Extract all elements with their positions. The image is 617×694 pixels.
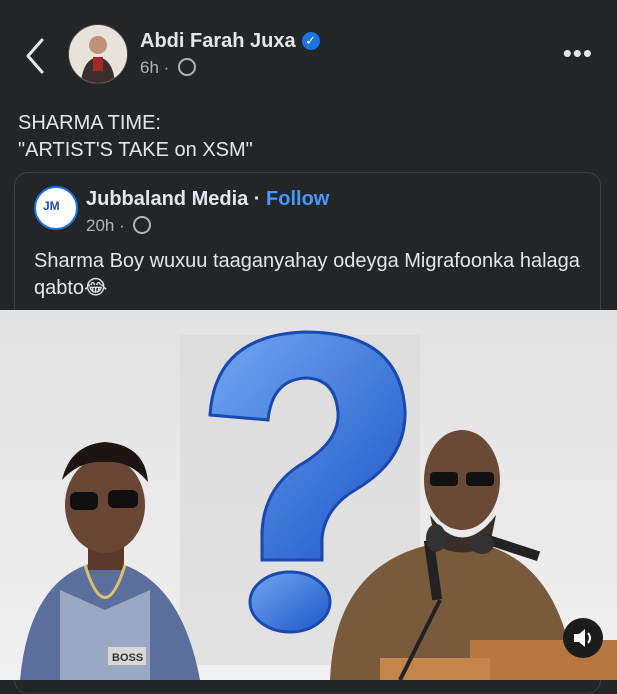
shared-page-header: Jubbaland Media · Follow [86, 188, 330, 210]
author-name[interactable]: Abdi Farah Juxa ✓ [140, 30, 320, 53]
author-name-text[interactable]: Abdi Farah Juxa [140, 30, 296, 52]
author-avatar-photo [69, 25, 127, 83]
post-image[interactable]: BOSS [0, 310, 617, 680]
shared-logo-text: JM [43, 199, 60, 213]
shared-page-logo[interactable]: JM [34, 186, 78, 230]
author-avatar[interactable] [68, 24, 128, 84]
post-header: Abdi Farah Juxa ✓ 6h · ••• [0, 0, 617, 96]
follow-button[interactable]: Follow [266, 188, 329, 210]
shared-page-name[interactable]: Jubbaland Media [86, 188, 248, 210]
globe-icon [178, 58, 197, 76]
post-meta: 6h · [140, 58, 197, 78]
shared-post-text: Sharma Boy wuxuu taaganyahay odeyga Migr… [34, 250, 580, 299]
back-chevron-icon[interactable] [20, 36, 50, 76]
shared-post-time[interactable]: 20h [86, 216, 114, 235]
shared-post-meta: 20h · [86, 216, 152, 236]
sound-icon[interactable] [563, 618, 603, 658]
verified-badge-icon: ✓ [301, 32, 320, 50]
question-mark-dot [248, 570, 332, 634]
globe-icon [133, 216, 152, 234]
post-text: SHARMA TIME: "ARTIST'S TAKE on XSM" [18, 112, 253, 161]
more-options-icon[interactable]: ••• [563, 38, 593, 69]
chain-pendant-text: BOSS [112, 652, 143, 664]
post-time[interactable]: 6h [140, 58, 159, 77]
sound-icon-glyph [574, 629, 591, 647]
post-image-illustration: BOSS [0, 310, 617, 680]
